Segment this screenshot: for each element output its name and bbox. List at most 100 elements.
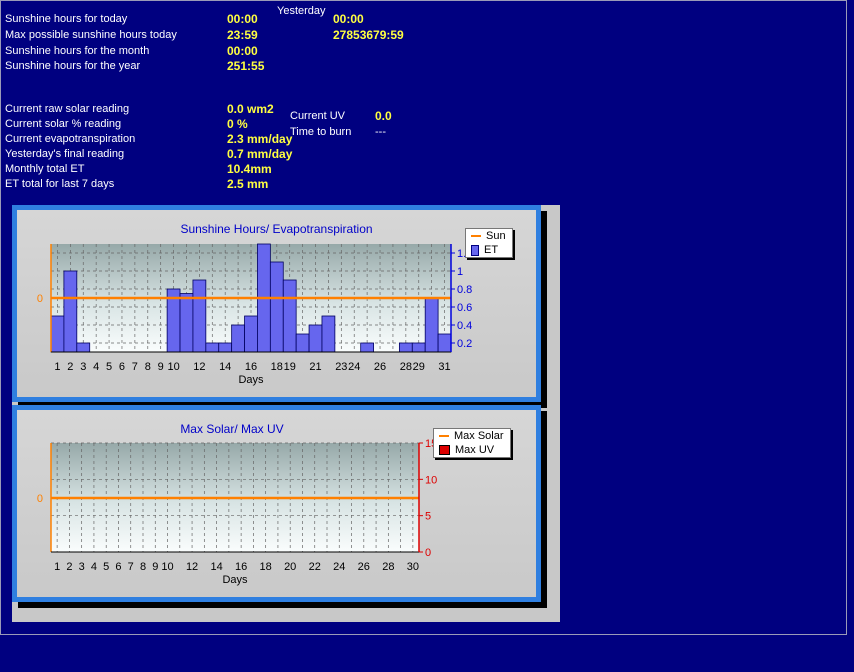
x-tick-label: 28 (400, 361, 412, 373)
x-tick-label: 26 (374, 361, 386, 373)
x-tick-label: 10 (167, 361, 179, 373)
et-bar (424, 297, 439, 353)
solar-uv-panel: Max Solar/ Max UV 0 0 5 10 15 1 2 3 4 5 6 7 8 9 10 12 14… (12, 405, 541, 602)
right-tick-label: 0 (425, 547, 431, 559)
x-tick-label: 24 (348, 361, 360, 373)
sunshine-et-chart: 00.20.40.60.811.212345678910121416181921… (37, 243, 472, 386)
left-tick-label: 0 (37, 493, 43, 505)
et-bar (50, 315, 65, 353)
x-tick-label: 5 (103, 561, 109, 573)
legend-label: Sun (486, 230, 506, 242)
x-tick-label: 28 (382, 561, 394, 573)
x-tick-label: 9 (152, 561, 158, 573)
solar-label: ET total for last 7 days (5, 178, 115, 190)
right-tick-label: 0.2 (457, 338, 472, 350)
burn-value: --- (375, 126, 386, 138)
chart-legend: Max Solar Max UV (433, 428, 511, 458)
stat-value: 23:59 (227, 28, 258, 42)
x-tick-label: 6 (119, 361, 125, 373)
solar-value: 10.4mm (227, 162, 272, 176)
x-tick-label: 19 (284, 361, 296, 373)
solar-label: Current solar % reading (5, 118, 122, 130)
stat-label: Sunshine hours for today (5, 13, 128, 25)
yesterday-header: Yesterday (277, 5, 326, 17)
et-bar (244, 315, 258, 353)
right-tick-label: 10 (425, 474, 437, 486)
x-tick-label: 7 (132, 361, 138, 373)
stat-value: 251:55 (227, 59, 265, 73)
line-swatch-icon (439, 435, 449, 437)
stat-label: Max possible sunshine hours today (5, 29, 177, 41)
right-tick-label: 5 (425, 511, 431, 523)
x-tick-label: 9 (158, 361, 164, 373)
solar-value: 2.5 mm (227, 177, 269, 191)
x-axis-label: Days (238, 374, 264, 386)
x-tick-label: 2 (67, 361, 73, 373)
x-axis-label: Days (222, 574, 248, 586)
sunshine-et-panel: Sunshine Hours/ Evapotranspiration 0 0.2 0… (12, 205, 541, 402)
et-bar (398, 342, 413, 353)
x-tick-label: 10 (161, 561, 173, 573)
x-tick-label: 14 (210, 561, 222, 573)
et-bar (63, 270, 78, 353)
solar-label: Current raw solar reading (5, 103, 130, 115)
et-bar (76, 342, 91, 353)
x-tick-label: 29 (413, 361, 425, 373)
et-bar (295, 333, 310, 353)
legend-item-max-uv: Max UV (434, 443, 510, 457)
et-bar (269, 261, 284, 353)
bar-swatch-icon (471, 244, 479, 256)
uv-label: Current UV (290, 110, 346, 122)
solar-label: Current evapotranspiration (5, 133, 136, 145)
et-bar (308, 324, 323, 353)
line-swatch-icon (471, 235, 481, 237)
right-tick-label: 1 (457, 266, 463, 278)
right-tick-label: 0.6 (457, 302, 472, 314)
stat-value: 00:00 (227, 44, 258, 58)
stat-yesterday-value: 00:00 (333, 12, 364, 26)
solar-value: 0.0 wm2 (227, 102, 274, 116)
burn-label: Time to burn (290, 126, 352, 138)
stat-yesterday-value: 27853679:59 (333, 28, 404, 42)
x-tick-label: 30 (407, 561, 419, 573)
x-tick-label: 22 (309, 561, 321, 573)
x-tick-label: 21 (309, 361, 321, 373)
solar-value: 0 % (227, 117, 248, 131)
bar-swatch-icon (439, 445, 450, 455)
et-bar (282, 279, 297, 353)
x-tick-label: 24 (333, 561, 345, 573)
uv-value: 0.0 (375, 109, 392, 123)
right-tick-label: 0.4 (457, 320, 472, 332)
et-bar (360, 342, 374, 353)
solar-label: Monthly total ET (5, 163, 85, 175)
x-tick-label: 8 (145, 361, 151, 373)
x-tick-label: 1 (54, 561, 60, 573)
solar-label: Yesterday's final reading (5, 148, 125, 160)
x-tick-label: 1 (54, 361, 60, 373)
x-tick-label: 14 (219, 361, 231, 373)
solar-value: 0.7 mm/day (227, 147, 293, 161)
x-tick-label: 31 (438, 361, 450, 373)
legend-item-et: ET (466, 243, 512, 257)
x-tick-label: 20 (284, 561, 296, 573)
et-bar (179, 293, 194, 353)
x-tick-label: 2 (66, 561, 72, 573)
x-tick-label: 16 (245, 361, 257, 373)
et-bar (437, 333, 452, 353)
x-tick-label: 16 (235, 561, 247, 573)
et-bar (411, 342, 426, 353)
x-tick-label: 4 (93, 361, 99, 373)
legend-label: ET (484, 244, 499, 256)
stat-value: 00:00 (227, 12, 258, 26)
x-tick-label: 12 (193, 361, 205, 373)
legend-label: Max UV (455, 444, 495, 456)
stat-label: Sunshine hours for the year (5, 60, 141, 72)
legend-item-sun: Sun (466, 229, 512, 243)
stat-label: Sunshine hours for the month (5, 45, 150, 57)
x-tick-label: 23 (335, 361, 347, 373)
x-tick-label: 6 (115, 561, 121, 573)
et-bar (231, 324, 245, 353)
right-tick-label: 0.8 (457, 284, 472, 296)
chart-legend: Sun ET (465, 228, 513, 258)
et-bar (218, 342, 233, 353)
